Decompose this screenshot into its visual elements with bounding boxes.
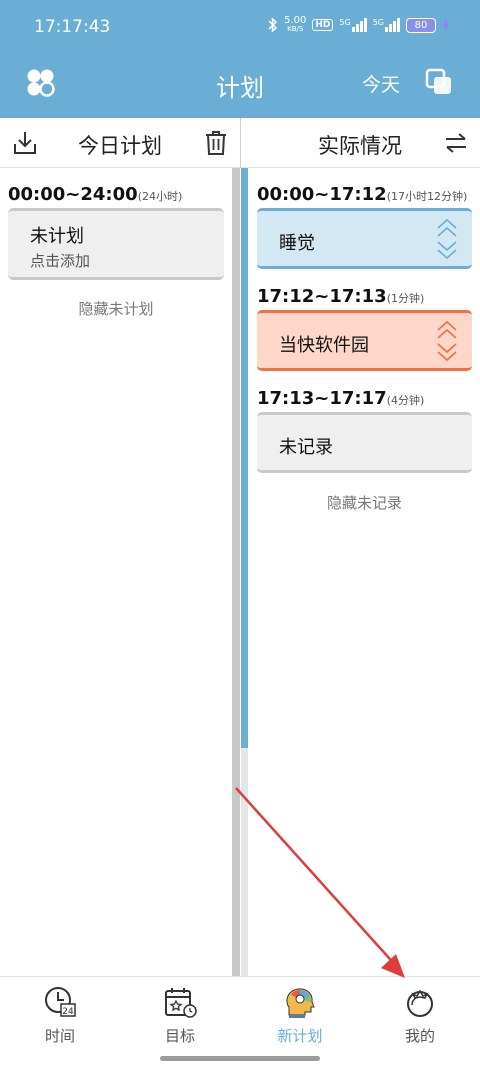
app-bar: 计划 今天 xyxy=(0,56,480,118)
add-hint: 点击添加 xyxy=(30,252,91,270)
bluetooth-icon xyxy=(268,17,278,33)
nav-item-goals[interactable]: 目标 xyxy=(120,985,240,1046)
entry-time-range: 17:13~17:17(4分钟) xyxy=(257,388,425,409)
status-icons: 5.00 KB/S HD 5G 5G 80 xyxy=(268,16,450,34)
trash-icon[interactable] xyxy=(204,129,228,157)
actual-title: 实际情况 xyxy=(318,134,402,158)
net-speed: 5.00 KB/S xyxy=(284,15,307,34)
tomato-icon xyxy=(407,989,433,1017)
entry-label: 未记录 xyxy=(279,437,333,458)
hd-badge: HD xyxy=(312,19,334,31)
nav-label: 时间 xyxy=(44,1027,75,1045)
expand-arrows-icon[interactable] xyxy=(436,217,458,261)
plan-toolbar: 今日计划 实际情况 xyxy=(0,118,480,168)
plan-column: 00:00~24:00(24小时) 未计划 点击添加 隐藏未计划 xyxy=(0,168,232,976)
hide-unplanned-toggle[interactable]: 隐藏未计划 xyxy=(8,298,224,319)
entry-card-unrecorded[interactable]: 未记录 xyxy=(257,412,472,473)
actual-timeline-track xyxy=(241,748,248,976)
toolbar-divider xyxy=(240,118,241,168)
hide-unrecorded-toggle[interactable]: 隐藏未记录 xyxy=(257,492,472,513)
signal-5g-icon-2: 5G xyxy=(373,18,400,32)
entry-time-range: 00:00~17:12(17小时12分钟) xyxy=(257,184,468,205)
expand-arrows-icon[interactable] xyxy=(436,319,458,363)
plan-time-range: 00:00~24:00(24小时) xyxy=(8,184,183,205)
nav-label: 目标 xyxy=(164,1027,195,1045)
calendar-star-icon xyxy=(165,988,197,1018)
page-title: 计划 xyxy=(216,74,264,102)
status-time: 17:17:43 xyxy=(34,17,111,37)
nav-item-mine[interactable]: 我的 xyxy=(360,985,480,1046)
nav-item-new-plan[interactable]: 新计划 xyxy=(240,985,360,1046)
entry-label: 当快软件园 xyxy=(279,335,369,356)
unplanned-label: 未计划 xyxy=(30,226,84,247)
signal-5g-icon: 5G xyxy=(339,18,367,32)
charging-bolt-icon xyxy=(442,18,450,32)
today-button[interactable]: 今天 xyxy=(362,70,400,97)
head-bulb-icon xyxy=(286,988,315,1018)
entry-time-range: 17:12~17:13(1分钟) xyxy=(257,286,425,307)
actual-timeline-bar xyxy=(241,168,248,748)
copy-icon[interactable] xyxy=(424,67,454,97)
swap-icon[interactable] xyxy=(444,132,468,154)
entry-card-sleep[interactable]: 睡觉 xyxy=(257,208,472,269)
entry-label: 睡觉 xyxy=(279,233,315,254)
entry-card-app[interactable]: 当快软件园 xyxy=(257,310,472,371)
svg-text:24: 24 xyxy=(62,1007,74,1017)
actual-column: 00:00~17:12(17小时12分钟) 睡觉 17:12~17:13(1分钟… xyxy=(248,168,480,976)
status-bar: 17:17:43 5.00 KB/S HD 5G 5G 80 xyxy=(0,0,480,56)
clock-24-icon: 24 xyxy=(45,987,76,1017)
unplanned-card[interactable]: 未计划 点击添加 xyxy=(8,208,224,280)
battery-icon: 80 xyxy=(406,17,436,33)
download-icon[interactable] xyxy=(12,129,38,157)
nav-label: 我的 xyxy=(404,1027,435,1045)
plan-scrollbar[interactable] xyxy=(232,168,240,976)
home-indicator[interactable] xyxy=(160,1056,320,1061)
nav-label: 新计划 xyxy=(277,1027,323,1045)
nav-item-time[interactable]: 24 时间 xyxy=(0,985,120,1046)
today-plan-title: 今日计划 xyxy=(78,134,162,158)
